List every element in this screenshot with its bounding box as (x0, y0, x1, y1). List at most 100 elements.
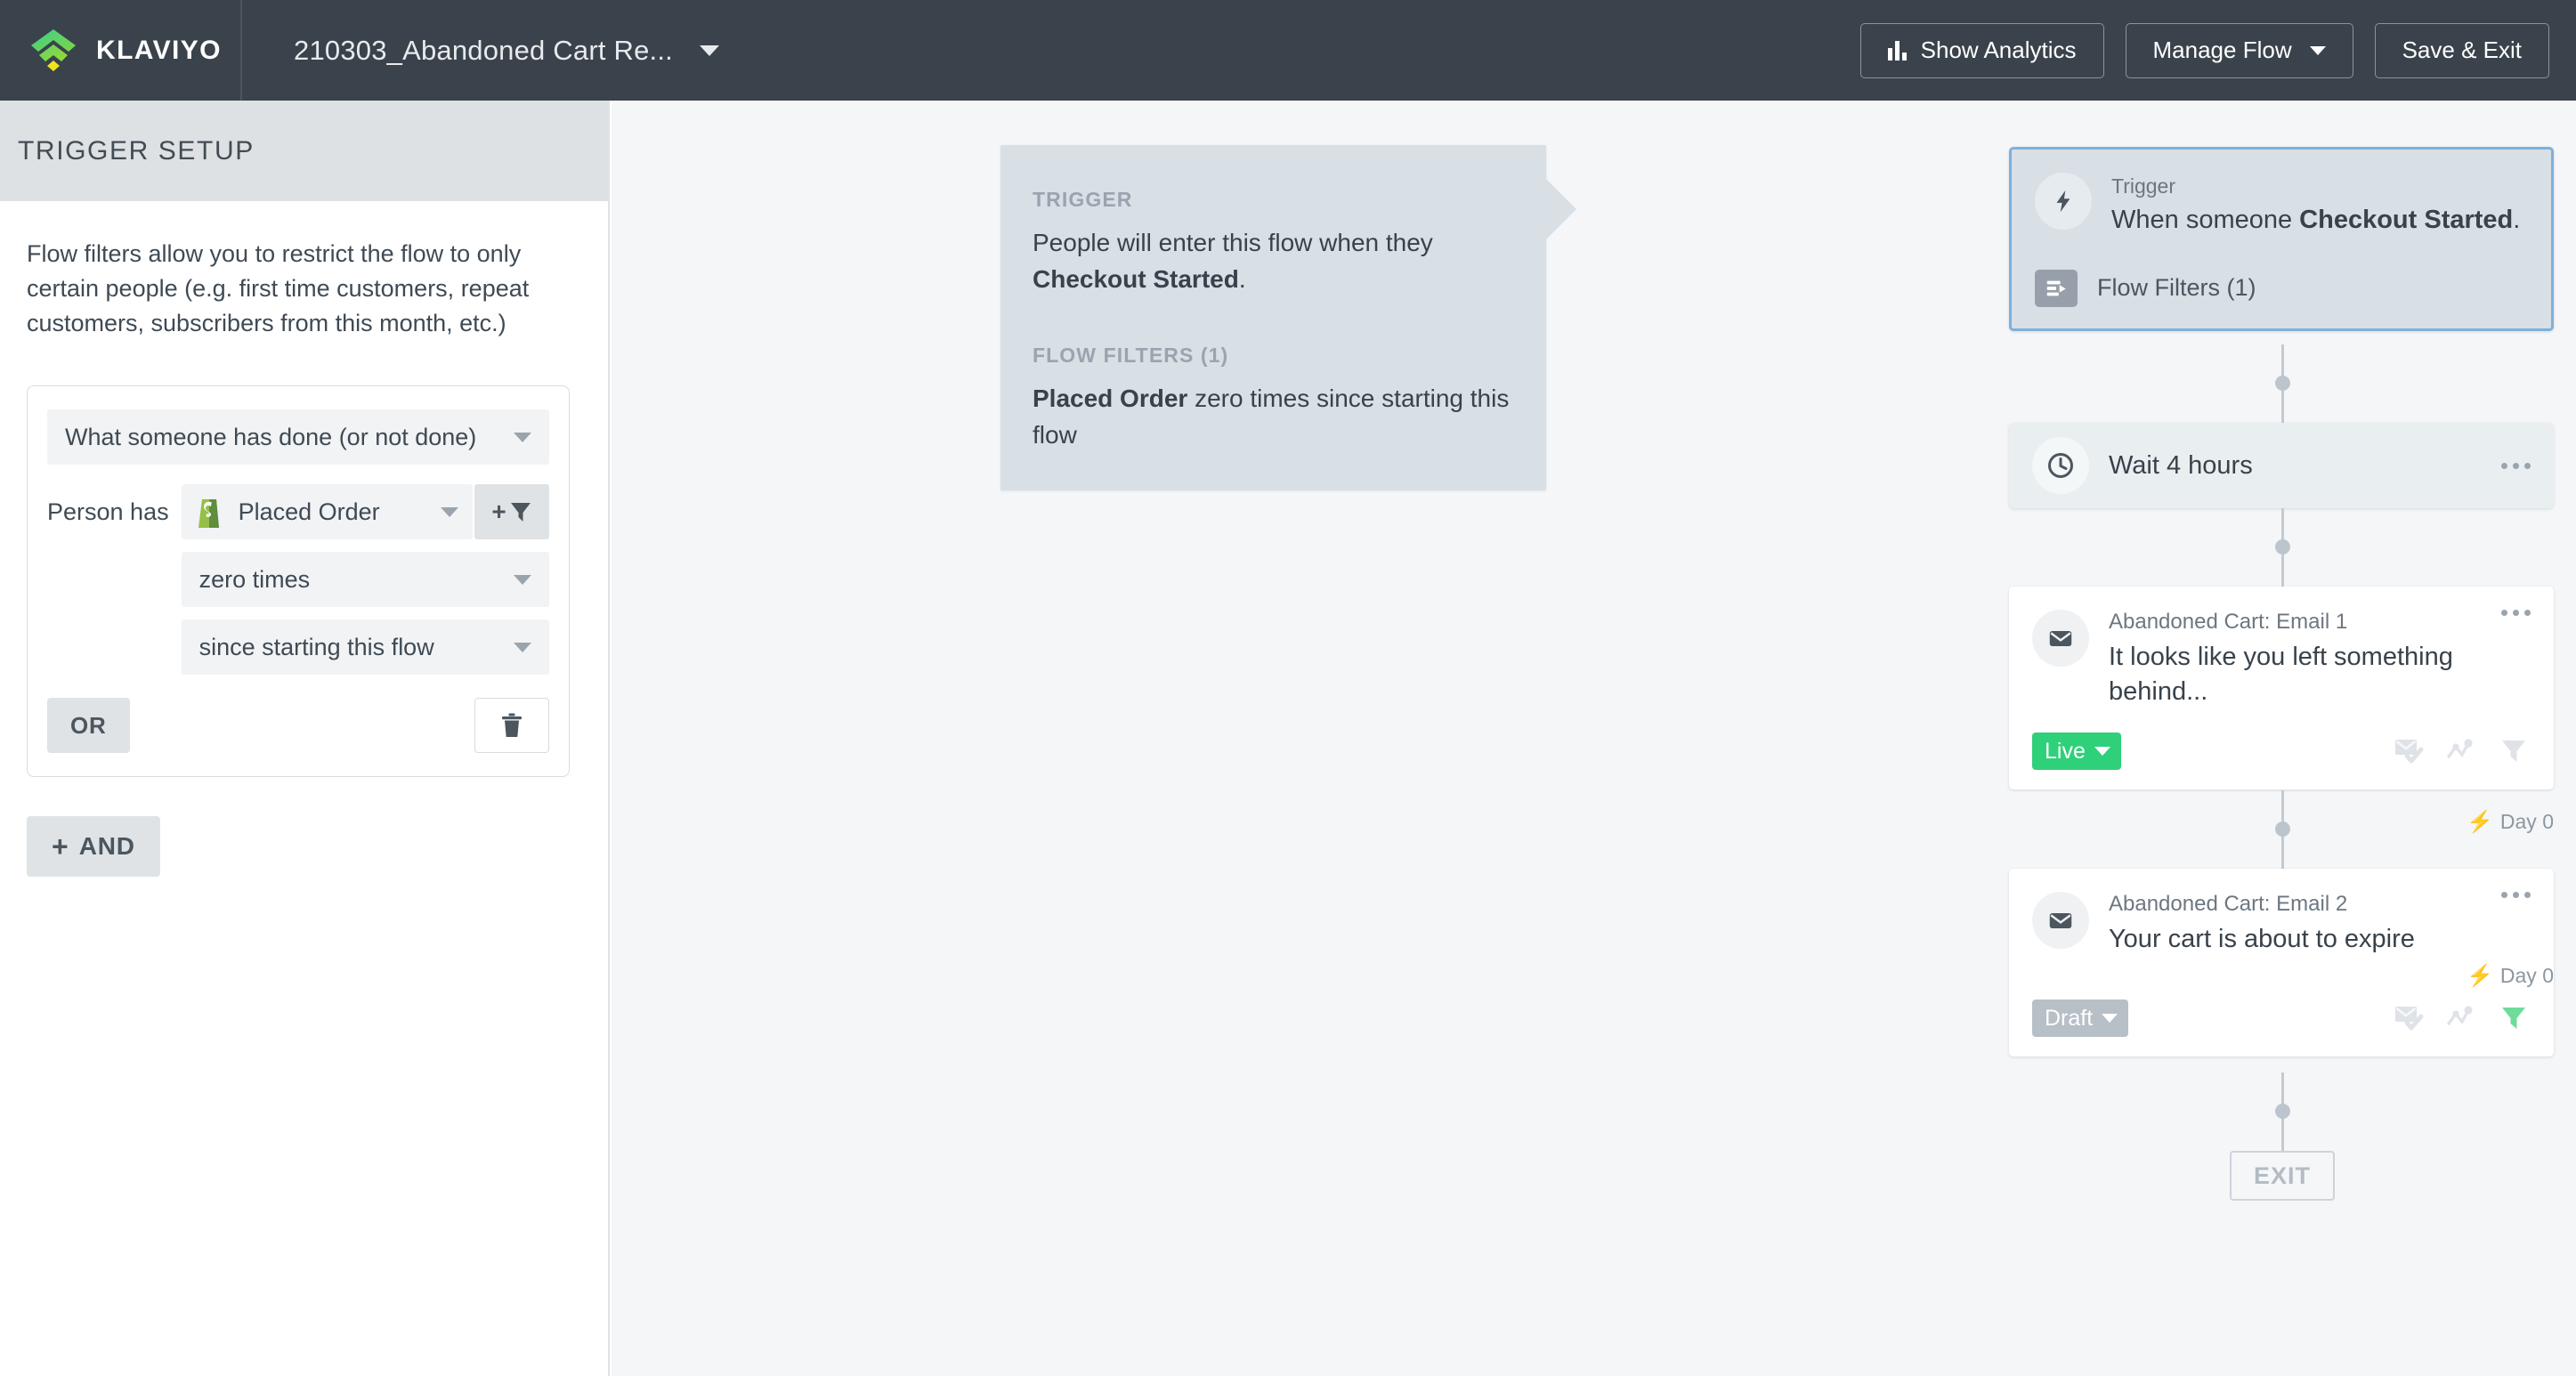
bar-chart-icon (1887, 40, 1907, 61)
smart-sending-icon[interactable] (2394, 1004, 2424, 1032)
flow-title-dropdown[interactable]: 210303_Abandoned Cart Re... (242, 0, 719, 101)
summary-trigger-kicker: TRIGGER (1033, 188, 1133, 211)
add-or-condition-button[interactable]: OR (47, 698, 130, 754)
email-node-header: Abandoned Cart: Email 1 It looks like yo… (2032, 610, 2531, 709)
sidebar-body: Flow filters allow you to restrict the f… (0, 201, 608, 878)
connector-dot[interactable] (2275, 1104, 2290, 1119)
brand-name: KLAVIYO (96, 35, 222, 65)
lightning-bolt-icon (2035, 173, 2092, 230)
frequency-select[interactable]: zero times (181, 552, 549, 608)
bubble-arrow-icon (1546, 179, 1576, 239)
add-and-condition-button[interactable]: + AND (27, 816, 160, 878)
trigger-node-header: Trigger When someone Checkout Started. (2035, 173, 2528, 238)
envelope-icon (2032, 892, 2089, 949)
flow-filters-icon (2035, 269, 2078, 307)
summary-trigger-line1: People will enter this flow when they (1033, 229, 1433, 256)
trigger-node-title: When someone Checkout Started. (2111, 204, 2520, 238)
metric-select[interactable]: Placed Order (181, 484, 473, 540)
timeframe-select[interactable]: since starting this flow (181, 619, 549, 676)
conditional-split-icon[interactable] (2447, 1004, 2477, 1032)
email-node-footer-icons (2394, 1004, 2531, 1032)
day-label: ⚡ Day 0 (2467, 810, 2554, 834)
filter-icon[interactable] (2500, 737, 2531, 765)
envelope-icon (2032, 610, 2089, 667)
email-node-name: Abandoned Cart: Email 2 (2109, 892, 2348, 916)
sidebar-header: TRIGGER SETUP (0, 101, 608, 201)
exit-label: EXIT (2253, 1162, 2311, 1189)
save-and-exit-button[interactable]: Save & Exit (2374, 22, 2549, 78)
metric-row: Placed Order + (181, 484, 549, 540)
show-analytics-button[interactable]: Show Analytics (1859, 22, 2104, 78)
clock-icon (2032, 437, 2089, 494)
flow-canvas[interactable]: TRIGGER People will enter this flow when… (612, 101, 2576, 1376)
klaviyo-logo-icon (27, 28, 80, 73)
day-label-text: Day 0 (2499, 964, 2554, 987)
delete-filter-button[interactable] (474, 698, 549, 754)
chevron-down-icon (441, 506, 458, 517)
status-badge[interactable]: Live (2032, 733, 2121, 771)
save-and-exit-label: Save & Exit (2402, 36, 2522, 63)
chevron-down-icon (2094, 747, 2110, 757)
flow-node-column: Trigger When someone Checkout Started. F… (2009, 147, 2554, 1201)
email-node[interactable]: Abandoned Cart: Email 1 It looks like yo… (2009, 587, 2554, 790)
flow-title: 210303_Abandoned Cart Re... (294, 34, 673, 66)
chevron-down-icon (514, 574, 531, 585)
summary-trigger-period: . (1238, 265, 1246, 294)
email-node-footer: Live (2032, 733, 2531, 771)
summary-filters-kicker: FLOW FILTERS (1) (1033, 344, 1229, 368)
trash-icon (500, 712, 523, 739)
add-metric-filter-button[interactable]: + (474, 484, 549, 540)
day-label: ⚡ Day 0 (2467, 964, 2554, 988)
status-badge[interactable]: Draft (2032, 1000, 2129, 1038)
email-node-header: Abandoned Cart: Email 2 Your cart is abo… (2032, 892, 2531, 957)
trigger-node[interactable]: Trigger When someone Checkout Started. F… (2009, 147, 2554, 331)
sidebar-header-title: TRIGGER SETUP (18, 135, 255, 166)
more-options-icon[interactable] (2501, 892, 2531, 898)
trigger-node-texts: Trigger When someone Checkout Started. (2111, 173, 2520, 238)
summary-filters-text: Placed Order zero times since starting t… (1033, 380, 1511, 453)
email-node-texts: Abandoned Cart: Email 1 It looks like yo… (2109, 610, 2482, 709)
status-badge-label: Draft (2045, 1005, 2094, 1031)
more-options-icon[interactable] (2501, 462, 2531, 469)
exit-node[interactable]: EXIT (2230, 1151, 2335, 1201)
condition-type-select[interactable]: What someone has done (or not done) (47, 409, 549, 465)
trigger-flow-filters-row[interactable]: Flow Filters (1) (2035, 269, 2528, 307)
trigger-title-prefix: When someone (2111, 206, 2300, 234)
email-node-footer-icons (2394, 737, 2531, 765)
summary-trigger-metric: Checkout Started (1033, 265, 1239, 294)
wait-node[interactable]: Wait 4 hours (2009, 423, 2554, 508)
smart-sending-icon[interactable] (2394, 737, 2424, 765)
chevron-down-icon (2102, 1014, 2118, 1024)
manage-flow-button[interactable]: Manage Flow (2125, 22, 2353, 78)
connector-dot[interactable] (2275, 822, 2290, 837)
flow-filters-label: Flow Filters (1) (2097, 274, 2256, 302)
flow-filters-help-text: Flow filters allow you to restrict the f… (27, 240, 530, 337)
trigger-setup-sidebar: TRIGGER SETUP Flow filters allow you to … (0, 101, 610, 1376)
filter-card-footer: OR (47, 698, 549, 754)
email-node[interactable]: Abandoned Cart: Email 2 Your cart is abo… (2009, 869, 2554, 1057)
email-node-footer: Draft (2032, 1000, 2531, 1038)
bolt-icon: ⚡ (2467, 809, 2493, 834)
filter-icon[interactable] (2500, 1004, 2531, 1032)
more-options-icon[interactable] (2501, 610, 2531, 616)
person-has-label: Person has (47, 498, 169, 526)
email-node-name: Abandoned Cart: Email 1 (2109, 610, 2348, 634)
add-filter-funnel-icon (509, 500, 532, 523)
day-label-text: Day 0 (2499, 810, 2554, 833)
wait-node-label: Wait 4 hours (2109, 450, 2253, 480)
connector-dot[interactable] (2275, 539, 2290, 554)
connector-dot[interactable] (2275, 376, 2290, 391)
email-node-subject: Your cart is about to expire (2109, 925, 2415, 953)
summary-filter-metric: Placed Order (1033, 384, 1188, 413)
trigger-title-metric: Checkout Started (2299, 206, 2514, 234)
plus-icon: + (491, 498, 506, 526)
timeframe-value: since starting this flow (198, 633, 434, 660)
trigger-summary-bubble: TRIGGER People will enter this flow when… (1000, 145, 1576, 490)
chevron-down-icon (2309, 45, 2326, 55)
brand-logo[interactable]: KLAVIYO (0, 0, 242, 101)
metric-column: Placed Order + zero times since starting… (181, 484, 549, 676)
condition-type-value: What someone has done (or not done) (65, 423, 477, 450)
show-analytics-label: Show Analytics (1920, 36, 2077, 63)
conditional-split-icon[interactable] (2447, 737, 2477, 765)
flow-filter-card: What someone has done (or not done) Pers… (27, 385, 570, 778)
